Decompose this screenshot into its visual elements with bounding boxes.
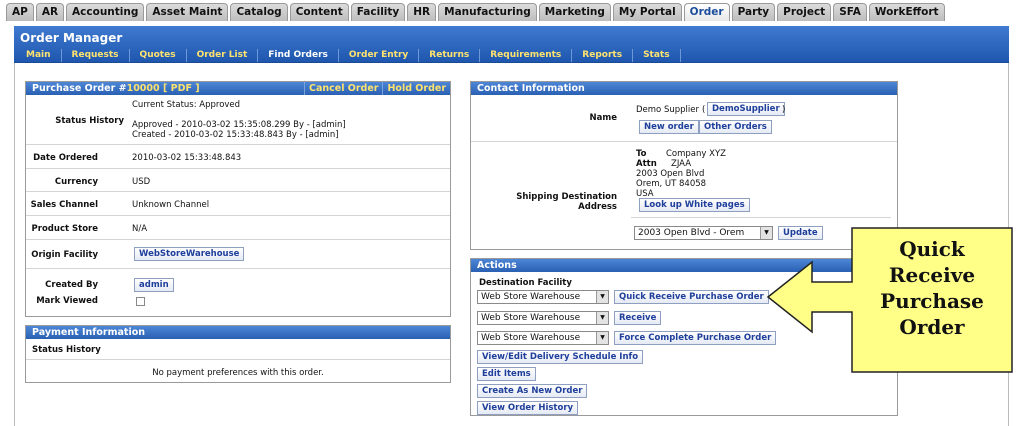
callout-line-4: Order [899,315,965,339]
callout-line-1: Quick [899,237,965,261]
callout-line-2: Receive [888,263,976,287]
callout-label: Quick Receive Purchase Order [852,236,1012,340]
callout-line-3: Purchase [880,289,984,313]
callout-arrow-shape [766,227,1013,373]
